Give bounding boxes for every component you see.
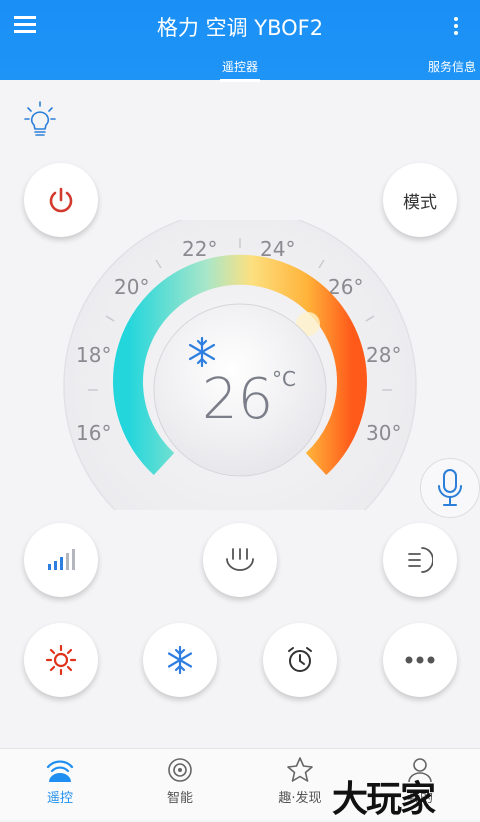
page-title: 格力 空调 YBOF2	[156, 16, 324, 40]
snowflake-icon	[167, 645, 193, 675]
nav-label-discover: 趣·发现	[278, 791, 322, 806]
more-options-button[interactable]	[383, 623, 457, 697]
nav-label-remote: 遥控	[46, 791, 73, 806]
temperature-dial[interactable]: 16° 18° 20° 22° 24° 26° 28° 30° 26 °C	[46, 209, 434, 563]
tick-label-18: 18°	[76, 343, 111, 367]
tab-remote[interactable]: 遥控器	[215, 58, 265, 82]
tick-label-16: 16°	[76, 421, 111, 445]
mode-button-label: 模式	[403, 192, 437, 213]
alarm-clock-icon	[288, 647, 312, 672]
tick-label-28: 28°	[366, 343, 401, 367]
power-icon	[49, 187, 73, 213]
horizontal-swing-button[interactable]	[383, 523, 457, 597]
star-icon	[287, 757, 313, 782]
tick-label-26: 26°	[328, 275, 363, 299]
watermark-logo: 大玩家	[332, 779, 436, 820]
tick-label-22: 22°	[182, 237, 217, 261]
app-header: 格力 空调 YBOF2 遥控器 服务信息	[0, 0, 480, 80]
tick-label-20: 20°	[114, 275, 149, 299]
tick-label-30: 30°	[366, 421, 401, 445]
nav-item-remote[interactable]: 遥控	[10, 757, 110, 806]
sun-icon	[46, 645, 76, 675]
heat-mode-button[interactable]	[24, 623, 98, 697]
more-horizontal-icon	[405, 656, 435, 664]
more-vertical-icon[interactable]	[454, 14, 460, 38]
signal-bars-icon	[48, 549, 75, 570]
tab-service-info[interactable]: 服务信息	[428, 58, 476, 75]
voice-control-button[interactable]	[420, 458, 480, 518]
nav-item-smart[interactable]: 智能	[130, 757, 230, 806]
fan-speed-button[interactable]	[24, 523, 98, 597]
cool-mode-button[interactable]	[143, 623, 217, 697]
temperature-unit: °C	[272, 367, 296, 391]
wifi-signal-icon	[46, 760, 74, 782]
nav-label-smart: 智能	[166, 791, 193, 806]
lightbulb-icon[interactable]	[24, 100, 56, 140]
horizontal-swing-icon	[408, 547, 433, 573]
microphone-icon	[438, 469, 462, 506]
current-temperature: 26	[202, 367, 273, 432]
target-icon	[168, 758, 192, 782]
timer-button[interactable]	[263, 623, 337, 697]
vertical-swing-icon	[226, 548, 254, 571]
vertical-swing-button[interactable]	[203, 523, 277, 597]
